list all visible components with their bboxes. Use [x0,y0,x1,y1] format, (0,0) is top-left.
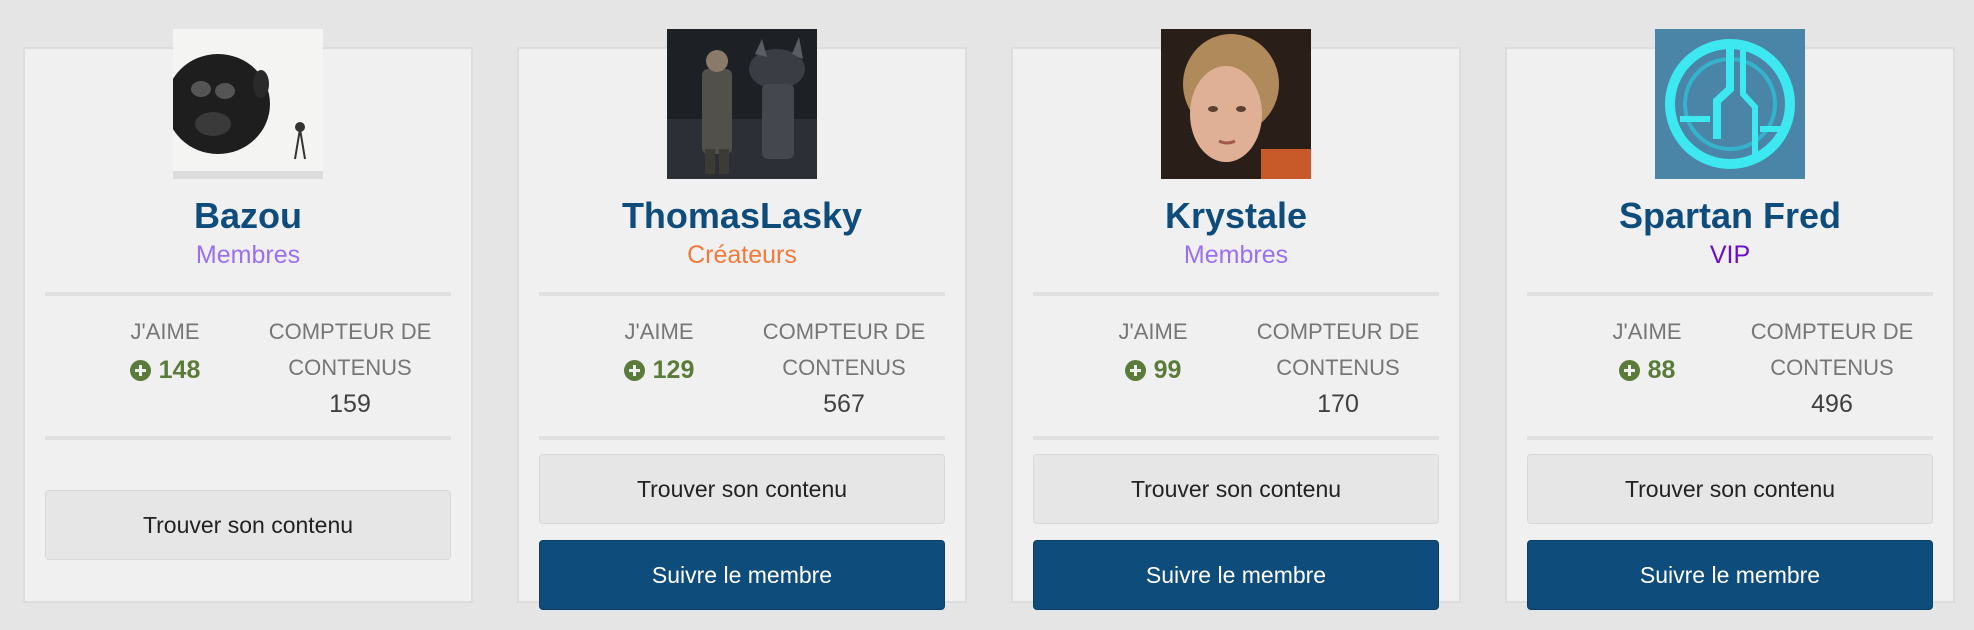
find-content-button[interactable]: Trouver son contenu [45,490,451,560]
divider [1033,436,1439,440]
divider [1527,436,1933,440]
member-name[interactable]: Bazou [25,194,471,238]
content-count: 496 [1811,390,1853,418]
content-label: COMPTEUR DE CONTENUS [1256,319,1420,380]
plus-circle-icon [1618,359,1640,381]
follow-member-button[interactable]: Suivre le membre [539,540,945,610]
avatar-image [1655,29,1805,179]
member-group: Membres [195,241,301,269]
likes-count: 129 [652,356,695,384]
member-card-bazou: Bazou Membres J'AIME 148 COMPTEUR DE CON… [23,29,473,603]
likes-stat: J'AIME 129 [589,314,729,390]
member-group: Membres [1183,241,1289,269]
avatar-image [1161,29,1311,179]
find-content-button[interactable]: Trouver son contenu [1033,454,1439,524]
avatar[interactable] [1655,29,1805,179]
likes-label: J'AIME [130,319,200,344]
member-card-krystale: Krystale Membres J'AIME 99 COMPTEUR DE C… [1011,29,1461,610]
divider [45,292,451,296]
likes-value: 88 [1577,350,1717,390]
likes-stat: J'AIME 99 [1083,314,1223,390]
avatar[interactable] [667,29,817,179]
content-label: COMPTEUR DE CONTENUS [1750,319,1914,380]
content-count: 567 [823,390,865,418]
likes-count: 88 [1647,356,1676,384]
member-card-spartan-fred: Spartan Fred VIP J'AIME 88 COMPTEUR DE C… [1505,29,1955,610]
member-group: Créateurs [687,241,797,269]
likes-stat: J'AIME 88 [1577,314,1717,390]
member-name[interactable]: Krystale [1013,194,1459,238]
likes-value: 129 [589,350,729,390]
content-count: 159 [329,390,371,418]
divider [539,292,945,296]
likes-label: J'AIME [1612,319,1682,344]
follow-member-button[interactable]: Suivre le membre [1033,540,1439,610]
plus-circle-icon [623,359,645,381]
likes-label: J'AIME [624,319,694,344]
likes-count: 148 [158,356,201,384]
divider [1033,292,1439,296]
divider [539,436,945,440]
member-name[interactable]: Spartan Fred [1507,194,1953,238]
avatar[interactable] [173,29,323,179]
follow-member-button[interactable]: Suivre le membre [1527,540,1933,610]
avatar-image [667,29,817,179]
content-label: COMPTEUR DE CONTENUS [762,319,926,380]
likes-value: 99 [1083,350,1223,390]
content-stat: COMPTEUR DE CONTENUS 159 [245,314,455,422]
plus-circle-icon [129,359,151,381]
member-name[interactable]: ThomasLasky [519,194,965,238]
find-content-button[interactable]: Trouver son contenu [539,454,945,524]
content-stat: COMPTEUR DE CONTENUS 170 [1233,314,1443,422]
likes-count: 99 [1153,356,1182,384]
find-content-button[interactable]: Trouver son contenu [1527,454,1933,524]
plus-circle-icon [1124,359,1146,381]
content-label: COMPTEUR DE CONTENUS [268,319,432,380]
avatar-image [173,29,323,179]
member-group: VIP [1709,241,1751,269]
likes-stat: J'AIME 148 [95,314,235,390]
divider [1527,292,1933,296]
content-stat: COMPTEUR DE CONTENUS 496 [1727,314,1937,422]
avatar[interactable] [1161,29,1311,179]
divider [45,436,451,440]
content-count: 170 [1317,390,1359,418]
content-stat: COMPTEUR DE CONTENUS 567 [739,314,949,422]
likes-label: J'AIME [1118,319,1188,344]
member-card-thomaslasky: ThomasLasky Créateurs J'AIME 129 COMPTEU… [517,29,967,610]
likes-value: 148 [95,350,235,390]
